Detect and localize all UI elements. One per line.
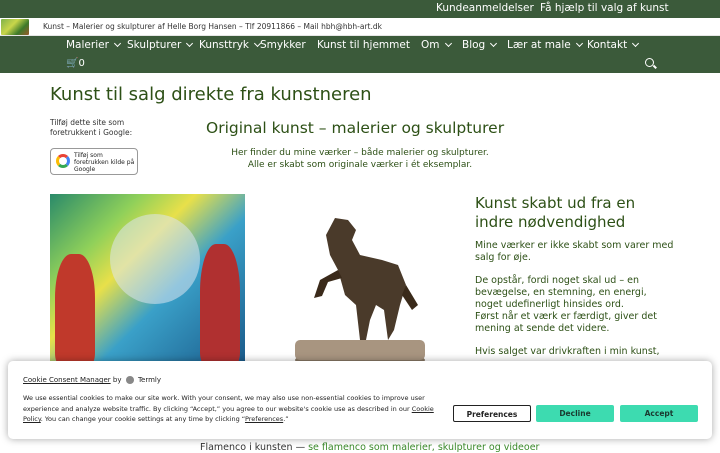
preferences-button[interactable]: Preferences [453,405,531,422]
nav-item-smykker[interactable]: Smykker [260,39,306,51]
cookie-text: We use essential cookies to make our sit… [23,394,434,423]
cart-button[interactable]: 🛒0 [66,58,85,69]
chevron-down-icon [186,39,194,48]
cookie-header: Cookie Consent Manager by Termly [23,376,161,384]
chevron-down-icon [575,39,583,48]
painting-image[interactable] [50,194,245,364]
site-logo[interactable] [1,19,29,35]
nav-item-laer-at-male[interactable]: Lær at male [507,39,583,51]
contact-info: Kunst – Malerier og skulpturer af Helle … [43,22,382,31]
chevron-down-icon [113,39,121,48]
termly-logo: Termly [137,376,161,384]
customer-reviews-link[interactable]: Kundeanmeldelser [436,2,534,14]
nav-item-om[interactable]: Om [421,39,452,51]
flamenco-link[interactable]: se flamenco som malerier, skulpturer og … [308,442,539,453]
termly-logo-icon [125,376,134,384]
accept-button[interactable]: Accept [620,405,698,422]
chevron-down-icon [490,39,498,48]
section-title: Original kunst – malerier og skulpturer [206,119,505,137]
nav-item-kunst-til-hjemmet[interactable]: Kunst til hjemmet [317,39,410,51]
help-choosing-art-link[interactable]: Få hjælp til valg af kunst [540,2,669,14]
cart-icon: 🛒 [66,58,79,69]
chevron-down-icon [632,39,640,48]
chevron-down-icon [444,39,452,48]
cart-count: 0 [78,58,85,69]
cookie-banner: Cookie Consent Manager by Termly We use … [8,361,712,439]
side-text: Mine værker er ikke skabt som varer med … [475,240,674,357]
nav-item-kunsttryk[interactable]: Kunsttryk [199,39,262,51]
nav-item-malerier[interactable]: Malerier [66,39,121,51]
preferences-link[interactable]: Preferences [245,415,283,423]
decline-button[interactable]: Decline [536,405,614,422]
top-bar: Kundeanmeldelser Få hjælp til valg af ku… [0,0,720,18]
side-heading: Kunst skabt ud fra en indre nødvendighed [475,194,636,231]
page-title: Kunst til salg direkte fra kunstneren [50,84,372,105]
google-preferred-source-button[interactable]: Tilføj som foretrukken kilde på Google [50,148,138,175]
cookie-manager-link[interactable]: Cookie Consent Manager [23,376,111,384]
horse-sculpture-image[interactable] [290,210,430,370]
google-preferred-text: Tilføj dette site som foretrukkent i Goo… [50,118,133,137]
nav-item-kontakt[interactable]: Kontakt [587,39,640,51]
section-description: Her finder du mine værker – både malerie… [231,148,489,170]
nav-item-skulpturer[interactable]: Skulpturer [127,39,194,51]
search-icon[interactable] [645,58,654,67]
nav-item-blog[interactable]: Blog [462,39,498,51]
google-icon [56,154,70,168]
flamenco-line: Flamenco i kunsten — se flamenco som mal… [200,442,540,453]
google-badge-label: Tilføj som foretrukken kilde på Google [74,152,135,173]
